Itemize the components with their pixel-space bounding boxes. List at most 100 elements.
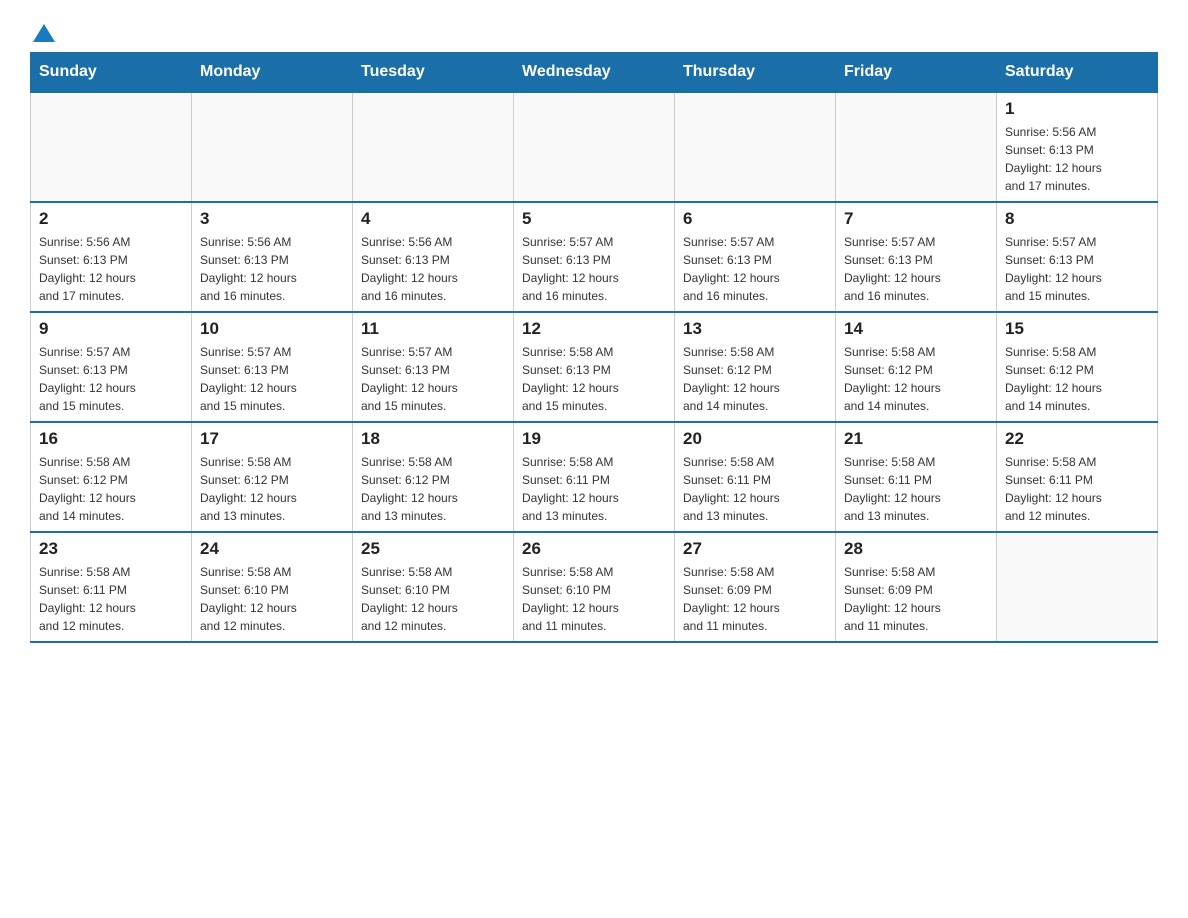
calendar-cell: 16Sunrise: 5:58 AMSunset: 6:12 PMDayligh… <box>31 422 192 532</box>
day-number: 25 <box>361 539 505 559</box>
day-info: Sunrise: 5:58 AMSunset: 6:09 PMDaylight:… <box>683 563 827 635</box>
weekday-header-tuesday: Tuesday <box>353 53 514 93</box>
calendar-cell: 25 Sunrise: 5:58 AMSunset: 6:10 PMDayligh… <box>353 532 514 642</box>
day-number: 20 <box>683 429 827 449</box>
day-info: Sunrise: 5:57 AMSunset: 6:13 PMDaylight:… <box>200 343 344 415</box>
day-info: Sunrise: 5:58 AMSunset: 6:10 PMDaylight:… <box>200 563 344 635</box>
day-number: 7 <box>844 209 988 229</box>
day-info: Sunrise: 5:58 AMSunset: 6:12 PMDaylight:… <box>361 453 505 525</box>
calendar-cell: 12 Sunrise: 5:58 AMSunset: 6:13 PMDayligh… <box>514 312 675 422</box>
weekday-header-wednesday: Wednesday <box>514 53 675 93</box>
calendar-cell <box>353 92 514 202</box>
day-number: 18 <box>361 429 505 449</box>
day-info: Sunrise: 5:57 AMSunset: 6:13 PMDaylight:… <box>683 233 827 305</box>
calendar-cell: 10 Sunrise: 5:57 AMSunset: 6:13 PMDayligh… <box>192 312 353 422</box>
day-number: 8 <box>1005 209 1149 229</box>
calendar-cell: 15 Sunrise: 5:58 AMSunset: 6:12 PMDayligh… <box>997 312 1158 422</box>
day-number: 14 <box>844 319 988 339</box>
day-number: 26 <box>522 539 666 559</box>
calendar-cell: 5 Sunrise: 5:57 AMSunset: 6:13 PMDaylight… <box>514 202 675 312</box>
day-number: 3 <box>200 209 344 229</box>
calendar-week-row: 9 Sunrise: 5:57 AMSunset: 6:13 PMDaylight… <box>31 312 1158 422</box>
calendar-cell: 28 Sunrise: 5:58 AMSunset: 6:09 PMDayligh… <box>836 532 997 642</box>
calendar-cell: 11 Sunrise: 5:57 AMSunset: 6:13 PMDayligh… <box>353 312 514 422</box>
day-number: 5 <box>522 209 666 229</box>
day-info: Sunrise: 5:56 AMSunset: 6:13 PMDaylight:… <box>1005 123 1149 195</box>
day-info: Sunrise: 5:58 AMSunset: 6:13 PMDaylight:… <box>522 343 666 415</box>
day-info: Sunrise: 5:56 AMSunset: 6:13 PMDaylight:… <box>361 233 505 305</box>
calendar-cell <box>192 92 353 202</box>
calendar-cell: 20 Sunrise: 5:58 AMSunset: 6:11 PMDayligh… <box>675 422 836 532</box>
day-number: 22 <box>1005 429 1149 449</box>
weekday-header-thursday: Thursday <box>675 53 836 93</box>
weekday-header-monday: Monday <box>192 53 353 93</box>
day-number: 12 <box>522 319 666 339</box>
calendar-cell <box>514 92 675 202</box>
day-number: 24 <box>200 539 344 559</box>
day-number: 13 <box>683 319 827 339</box>
calendar-cell <box>836 92 997 202</box>
day-info: Sunrise: 5:58 AMSunset: 6:12 PMDaylight:… <box>200 453 344 525</box>
weekday-header-sunday: Sunday <box>31 53 192 93</box>
day-number: 6 <box>683 209 827 229</box>
weekday-header-friday: Friday <box>836 53 997 93</box>
day-number: 1 <box>1005 99 1149 119</box>
calendar-week-row: 16 Sunrise: 5:58 AMSunset: 6:12 PMDayligh… <box>31 422 1158 532</box>
calendar-cell: 26 Sunrise: 5:58 AMSunset: 6:10 PMDayligh… <box>514 532 675 642</box>
logo-triangle-icon <box>33 24 55 42</box>
day-info: Sunrise: 5:58 AMSunset: 6:12 PMDaylight:… <box>683 343 827 415</box>
calendar-cell <box>31 92 192 202</box>
calendar-cell: 22Sunrise: 5:58 AMSunset: 6:11 PMDayligh… <box>997 422 1158 532</box>
day-info: Sunrise: 5:56 AMSunset: 6:13 PMDaylight:… <box>200 233 344 305</box>
calendar-cell: 7 Sunrise: 5:57 AMSunset: 6:13 PMDaylight… <box>836 202 997 312</box>
calendar-cell <box>997 532 1158 642</box>
day-info: Sunrise: 5:58 AMSunset: 6:10 PMDaylight:… <box>522 563 666 635</box>
day-number: 28 <box>844 539 988 559</box>
logo <box>30 20 55 42</box>
calendar-cell: 17 Sunrise: 5:58 AMSunset: 6:12 PMDayligh… <box>192 422 353 532</box>
day-number: 16 <box>39 429 183 449</box>
calendar-cell: 9 Sunrise: 5:57 AMSunset: 6:13 PMDaylight… <box>31 312 192 422</box>
calendar-cell: 19 Sunrise: 5:58 AMSunset: 6:11 PMDayligh… <box>514 422 675 532</box>
calendar-week-row: 23 Sunrise: 5:58 AMSunset: 6:11 PMDayligh… <box>31 532 1158 642</box>
day-info: Sunrise: 5:57 AMSunset: 6:13 PMDaylight:… <box>1005 233 1149 305</box>
day-info: Sunrise: 5:58 AMSunset: 6:09 PMDaylight:… <box>844 563 988 635</box>
calendar-cell: 1 Sunrise: 5:56 AMSunset: 6:13 PMDaylight… <box>997 92 1158 202</box>
day-number: 27 <box>683 539 827 559</box>
day-info: Sunrise: 5:58 AMSunset: 6:11 PMDaylight:… <box>39 563 183 635</box>
day-number: 19 <box>522 429 666 449</box>
day-number: 2 <box>39 209 183 229</box>
page-header <box>30 20 1158 42</box>
day-number: 10 <box>200 319 344 339</box>
day-info: Sunrise: 5:58 AMSunset: 6:11 PMDaylight:… <box>522 453 666 525</box>
calendar-cell: 3 Sunrise: 5:56 AMSunset: 6:13 PMDaylight… <box>192 202 353 312</box>
day-number: 9 <box>39 319 183 339</box>
weekday-header-saturday: Saturday <box>997 53 1158 93</box>
day-number: 21 <box>844 429 988 449</box>
calendar-cell: 6 Sunrise: 5:57 AMSunset: 6:13 PMDaylight… <box>675 202 836 312</box>
calendar-week-row: 2 Sunrise: 5:56 AMSunset: 6:13 PMDaylight… <box>31 202 1158 312</box>
day-number: 17 <box>200 429 344 449</box>
day-info: Sunrise: 5:58 AMSunset: 6:10 PMDaylight:… <box>361 563 505 635</box>
day-number: 11 <box>361 319 505 339</box>
calendar-cell: 4 Sunrise: 5:56 AMSunset: 6:13 PMDaylight… <box>353 202 514 312</box>
calendar-cell: 23 Sunrise: 5:58 AMSunset: 6:11 PMDayligh… <box>31 532 192 642</box>
day-info: Sunrise: 5:57 AMSunset: 6:13 PMDaylight:… <box>844 233 988 305</box>
calendar-table: SundayMondayTuesdayWednesdayThursdayFrid… <box>30 52 1158 643</box>
day-info: Sunrise: 5:57 AMSunset: 6:13 PMDaylight:… <box>522 233 666 305</box>
calendar-week-row: 1 Sunrise: 5:56 AMSunset: 6:13 PMDaylight… <box>31 92 1158 202</box>
day-info: Sunrise: 5:58 AMSunset: 6:11 PMDaylight:… <box>683 453 827 525</box>
calendar-cell: 2Sunrise: 5:56 AMSunset: 6:13 PMDaylight… <box>31 202 192 312</box>
calendar-cell <box>675 92 836 202</box>
calendar-cell: 13 Sunrise: 5:58 AMSunset: 6:12 PMDayligh… <box>675 312 836 422</box>
calendar-cell: 18 Sunrise: 5:58 AMSunset: 6:12 PMDayligh… <box>353 422 514 532</box>
day-info: Sunrise: 5:58 AMSunset: 6:11 PMDaylight:… <box>844 453 988 525</box>
day-info: Sunrise: 5:58 AMSunset: 6:12 PMDaylight:… <box>1005 343 1149 415</box>
day-number: 23 <box>39 539 183 559</box>
calendar-cell: 21 Sunrise: 5:58 AMSunset: 6:11 PMDayligh… <box>836 422 997 532</box>
day-number: 15 <box>1005 319 1149 339</box>
day-info: Sunrise: 5:57 AMSunset: 6:13 PMDaylight:… <box>361 343 505 415</box>
day-info: Sunrise: 5:57 AMSunset: 6:13 PMDaylight:… <box>39 343 183 415</box>
day-number: 4 <box>361 209 505 229</box>
calendar-cell: 24 Sunrise: 5:58 AMSunset: 6:10 PMDayligh… <box>192 532 353 642</box>
